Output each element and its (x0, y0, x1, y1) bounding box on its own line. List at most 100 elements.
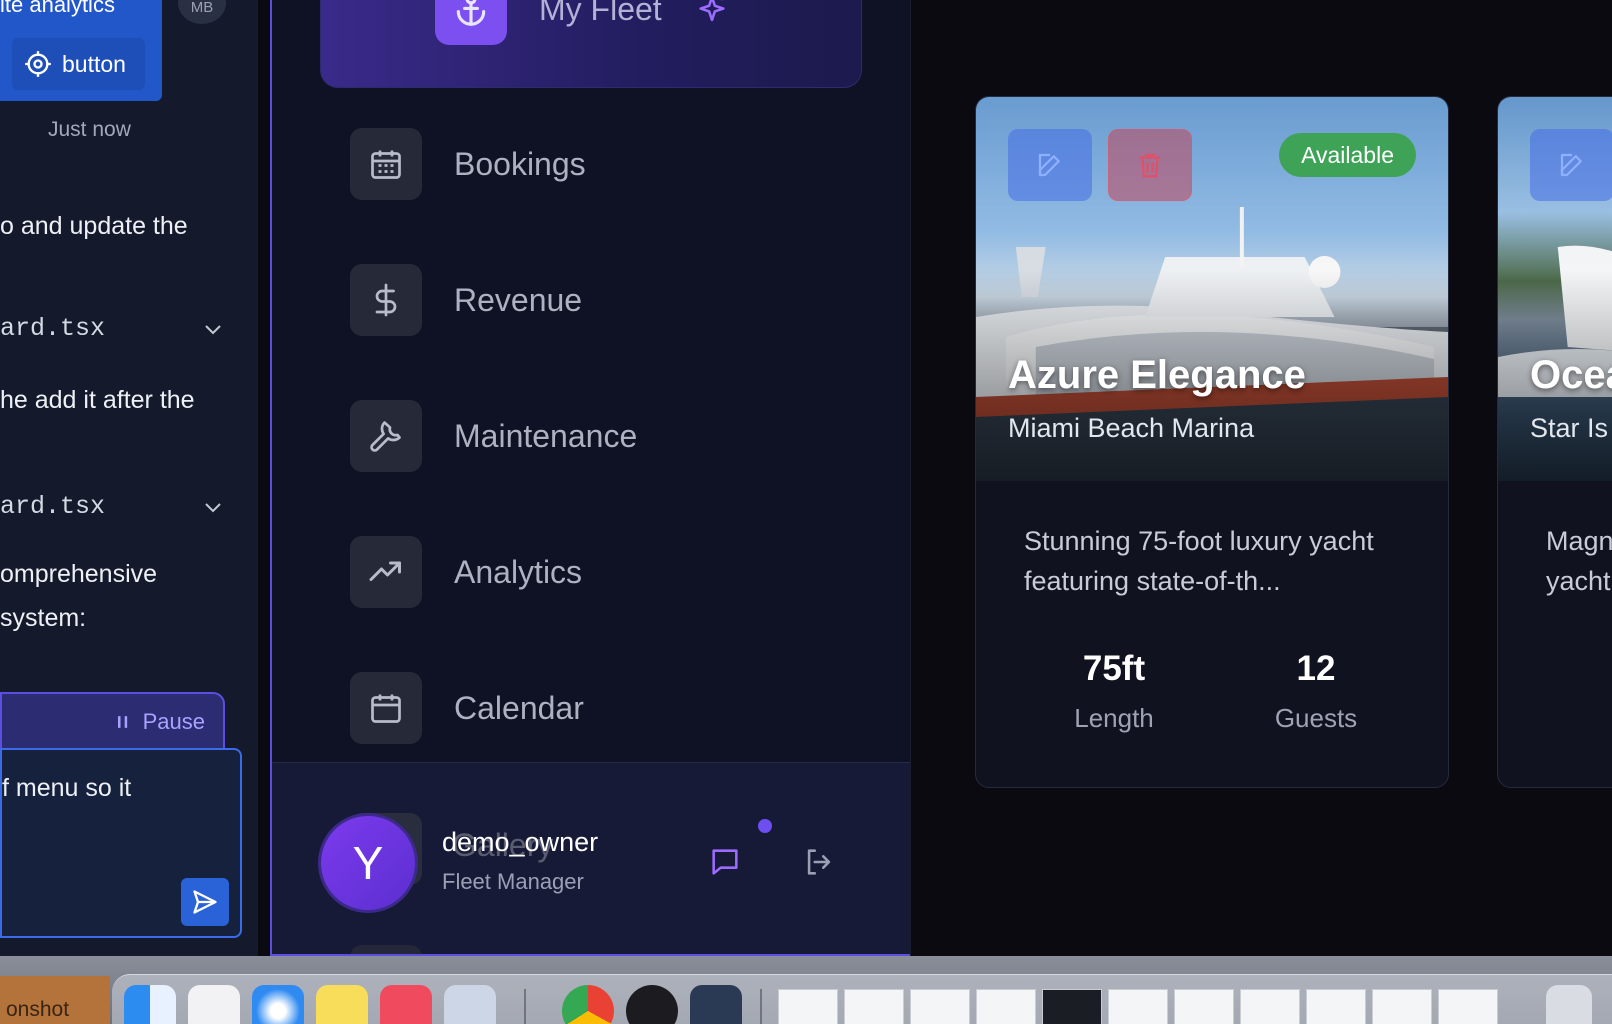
app-icon[interactable] (690, 985, 742, 1024)
chat-button-label: button (62, 50, 126, 77)
anchor-icon (435, 0, 507, 45)
sidebar: My Fleet Bookings Revenue Maintenance An… (270, 0, 910, 956)
stat-label: Le (1586, 703, 1612, 734)
window-thumbnail[interactable] (910, 989, 970, 1024)
window-thumbnail[interactable] (976, 989, 1036, 1024)
window-thumbnail[interactable] (778, 989, 838, 1024)
chat-input[interactable]: f menu so it (0, 748, 242, 938)
trash-icon[interactable] (1546, 985, 1592, 1024)
chrome-icon[interactable] (562, 985, 614, 1024)
sidebar-item-ghost-icon (350, 945, 422, 954)
stat-label: Length (1074, 703, 1154, 733)
user-name: demo_owner (442, 827, 599, 857)
launchpad-icon[interactable] (188, 985, 240, 1024)
window-thumbnail[interactable] (1306, 989, 1366, 1024)
fleet-grid: Available Azure Elegance Miami Beach Mar… (910, 0, 1612, 956)
music-icon[interactable] (380, 985, 432, 1024)
sidebar-item-maintenance[interactable]: Maintenance (350, 400, 770, 472)
file-accordion[interactable]: ard.tsx (0, 492, 225, 521)
calendar-icon (350, 128, 422, 200)
desktop-file-label[interactable]: onshot (0, 976, 110, 1024)
yacht-name: Ocea (1530, 353, 1612, 397)
pause-icon (117, 716, 127, 728)
trash-icon (1140, 153, 1160, 178)
notes-icon[interactable] (316, 985, 368, 1024)
dollar-icon (350, 264, 422, 336)
dock-separator (760, 989, 762, 1024)
file-name: ard.tsx (0, 492, 106, 521)
chat-message-text: ite analytics (0, 0, 115, 17)
user-role: Fleet Manager (442, 869, 584, 894)
chevron-down-icon (205, 502, 221, 512)
sidebar-item-my-fleet[interactable]: My Fleet (320, 0, 862, 88)
stat-value: 8 (1586, 649, 1612, 689)
desktop-bottom: onshot (0, 956, 1612, 1024)
logout-icon[interactable] (802, 845, 836, 879)
pause-button[interactable]: Pause (0, 692, 225, 752)
description-line: yacht (1546, 566, 1611, 596)
yacht-image: Available Azure Elegance Miami Beach Mar… (976, 97, 1448, 481)
chat-text-line: system: (0, 604, 87, 632)
status-badge: Available (1279, 133, 1416, 177)
sidebar-item-label: Revenue (454, 281, 583, 318)
yacht-description: Magn yacht (1546, 521, 1612, 601)
user-profile-footer: Gallery Y demo_owner Fleet Manager (272, 762, 910, 954)
message-icon[interactable] (708, 845, 742, 879)
notification-dot (758, 819, 772, 833)
window-thumbnail[interactable] (1108, 989, 1168, 1024)
edit-button[interactable] (1530, 129, 1612, 201)
send-button[interactable] (181, 878, 229, 926)
edit-icon (1560, 153, 1582, 177)
window-thumbnail[interactable] (1438, 989, 1498, 1024)
user-avatar[interactable]: Y (318, 813, 418, 913)
pause-label: Pause (142, 709, 205, 734)
file-name: ard.tsx (0, 314, 106, 343)
dock (112, 974, 1612, 1024)
yacht-name: Azure Elegance (1008, 353, 1306, 397)
chat-input-value: f menu so it (2, 774, 132, 802)
yacht-location: Miami Beach Marina (1008, 413, 1255, 443)
yacht-card[interactable]: Available Azure Elegance Miami Beach Mar… (975, 96, 1449, 788)
sidebar-item-analytics[interactable]: Analytics (350, 536, 770, 608)
chat-element-button[interactable]: button (12, 38, 145, 90)
screen: ite analytics button MB Just now o and u… (0, 0, 1612, 1024)
delete-button[interactable] (1108, 129, 1192, 201)
window-thumbnail[interactable] (844, 989, 904, 1024)
finder-icon[interactable] (124, 985, 176, 1024)
sidebar-item-bookings[interactable]: Bookings (350, 128, 770, 200)
edit-button[interactable] (1008, 129, 1092, 201)
avatar[interactable]: MB (178, 0, 226, 24)
window-thumbnail[interactable] (1240, 989, 1300, 1024)
chat-text-line: omprehensive (0, 560, 158, 588)
preview-icon[interactable] (444, 985, 496, 1024)
yacht-location: Star Is (1530, 413, 1609, 443)
sidebar-item-label: My Fleet (539, 0, 662, 27)
calendar-icon (350, 672, 422, 744)
window-thumbnail[interactable] (1174, 989, 1234, 1024)
edit-icon (1038, 153, 1060, 177)
sidebar-item-label: Calendar (454, 689, 584, 726)
file-accordion[interactable]: ard.tsx (0, 314, 225, 343)
window-thumbnail[interactable] (1372, 989, 1432, 1024)
stat-length: 8 Le (1586, 649, 1612, 734)
sidebar-item-label: Maintenance (454, 417, 638, 454)
safari-icon[interactable] (252, 985, 304, 1024)
sidebar-item-revenue[interactable]: Revenue (350, 264, 770, 336)
description-line: Magn (1546, 526, 1612, 556)
window-thumbnail[interactable] (1042, 989, 1102, 1024)
sparkle-icon (699, 0, 725, 22)
yacht-card[interactable]: Ocea Star Is Magn yacht 8 Le (1497, 96, 1612, 788)
chat-text-line: o and update the (0, 212, 188, 240)
sidebar-item-calendar[interactable]: Calendar (350, 672, 770, 744)
yacht-image: Ocea Star Is (1498, 97, 1612, 481)
sidebar-item-label: Bookings (454, 145, 586, 182)
compass-icon[interactable] (626, 985, 678, 1024)
stat-value: 75ft (1082, 649, 1146, 688)
stat-label: Guests (1274, 703, 1358, 733)
send-icon (193, 890, 217, 914)
yacht-description: Stunning 75-foot luxury yacht featuring … (1024, 526, 1374, 596)
sidebar-item-label: Analytics (454, 553, 583, 590)
message-timestamp: Just now (48, 118, 131, 141)
trending-up-icon (350, 536, 422, 608)
stat-value: 12 (1296, 649, 1336, 688)
